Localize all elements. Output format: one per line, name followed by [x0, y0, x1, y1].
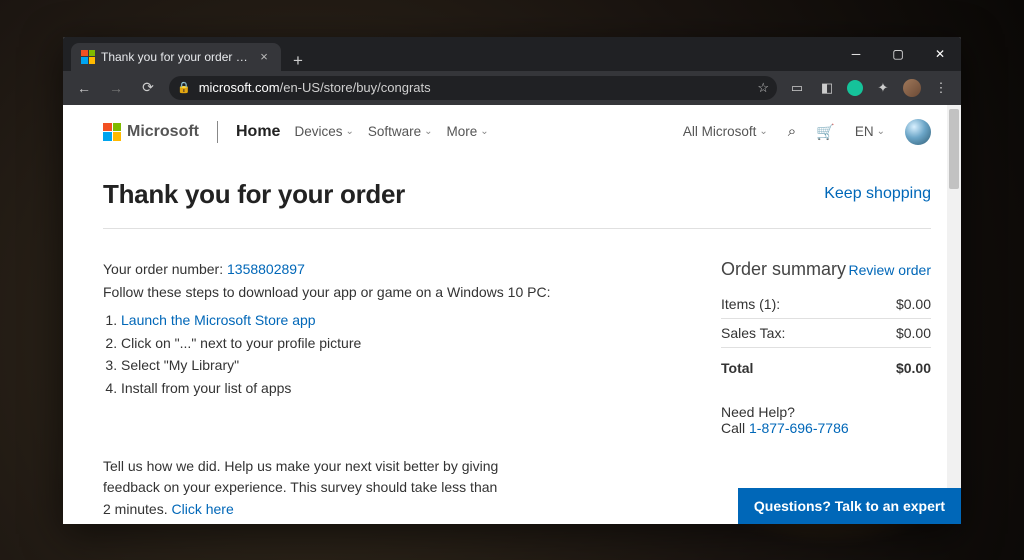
summary-heading: Order summary	[721, 259, 846, 280]
order-number-link[interactable]: 1358802897	[227, 261, 305, 277]
launch-store-link[interactable]: Launch the Microsoft Store app	[121, 312, 316, 328]
total-value: $0.00	[896, 360, 931, 376]
titlebar: Thank you for your order - Micro × + ─ ▢…	[63, 37, 961, 71]
address-bar: ← → ⟳ 🔒 microsoft.com/en-US/store/buy/co…	[63, 71, 961, 105]
items-value: $0.00	[896, 296, 931, 312]
follow-steps-text: Follow these steps to download your app …	[103, 282, 661, 304]
language-selector[interactable]: EN⌄	[855, 124, 885, 139]
extension-icon[interactable]: ◧	[817, 80, 837, 96]
menu-icon[interactable]: ⋮	[931, 80, 951, 96]
step-item: Launch the Microsoft Store app	[121, 310, 661, 332]
lock-icon: 🔒	[177, 81, 191, 94]
chevron-down-icon: ⌄	[480, 126, 488, 137]
browser-window: Thank you for your order - Micro × + ─ ▢…	[63, 37, 961, 524]
browser-tab[interactable]: Thank you for your order - Micro ×	[71, 43, 281, 71]
nav-devices[interactable]: Devices⌄	[294, 124, 353, 139]
step-item: Click on "..." next to your profile pict…	[121, 333, 661, 355]
star-icon[interactable]: ☆	[757, 80, 769, 96]
tab-title: Thank you for your order - Micro	[101, 50, 251, 64]
phone-link[interactable]: 1-877-696-7786	[749, 420, 849, 436]
page-content: Microsoft Home Devices⌄ Software⌄ More⌄ …	[63, 105, 961, 524]
keep-shopping-link[interactable]: Keep shopping	[824, 185, 931, 203]
profile-avatar-icon[interactable]	[903, 79, 921, 97]
tax-label: Sales Tax:	[721, 325, 785, 341]
step-item: Select "My Library"	[121, 355, 661, 377]
order-number-line: Your order number: 1358802897	[103, 259, 661, 281]
page-title: Thank you for your order	[103, 179, 405, 210]
close-window-button[interactable]: ✕	[919, 37, 961, 71]
cart-icon[interactable]: 🛒	[816, 123, 835, 141]
nav-more[interactable]: More⌄	[447, 124, 489, 139]
grammarly-icon[interactable]	[847, 80, 863, 96]
help-block: Need Help? Call 1-877-696-7786	[721, 404, 931, 436]
total-label: Total	[721, 360, 753, 376]
step-item: Install from your list of apps	[121, 378, 661, 400]
chevron-down-icon: ⌄	[877, 126, 885, 137]
items-label: Items (1):	[721, 296, 780, 312]
feedback-link[interactable]: Click here	[171, 501, 233, 517]
chevron-down-icon: ⌄	[345, 126, 353, 137]
maximize-button[interactable]: ▢	[877, 37, 919, 71]
scrollbar[interactable]	[947, 105, 961, 524]
new-tab-button[interactable]: +	[281, 51, 315, 71]
tax-value: $0.00	[896, 325, 931, 341]
site-nav: Microsoft Home Devices⌄ Software⌄ More⌄ …	[103, 105, 931, 159]
nav-all-microsoft[interactable]: All Microsoft⌄	[683, 124, 768, 139]
chevron-down-icon: ⌄	[424, 126, 432, 137]
chat-expert-button[interactable]: Questions? Talk to an expert	[738, 488, 961, 524]
chevron-down-icon: ⌄	[759, 126, 767, 137]
ms-logo-icon	[103, 123, 121, 141]
minimize-button[interactable]: ─	[835, 37, 877, 71]
search-icon[interactable]: ⌕	[788, 123, 796, 140]
user-avatar[interactable]	[905, 119, 931, 145]
nav-home[interactable]: Home	[236, 123, 280, 141]
ms-favicon-icon	[81, 50, 95, 64]
review-order-link[interactable]: Review order	[849, 262, 931, 278]
reload-button[interactable]: ⟳	[137, 79, 159, 96]
steps-list: Launch the Microsoft Store app Click on …	[121, 310, 661, 400]
feedback-text: Tell us how we did. Help us make your ne…	[103, 456, 503, 521]
close-tab-icon[interactable]: ×	[257, 49, 271, 64]
extension-icon[interactable]: ▭	[787, 80, 807, 96]
url-input[interactable]: 🔒 microsoft.com/en-US/store/buy/congrats…	[169, 76, 777, 100]
extensions-puzzle-icon[interactable]: ✦	[873, 80, 893, 96]
order-summary: Order summary Review order Items (1): $0…	[721, 259, 931, 521]
microsoft-logo[interactable]: Microsoft	[103, 123, 199, 141]
nav-software[interactable]: Software⌄	[368, 124, 433, 139]
forward-button[interactable]: →	[105, 80, 127, 96]
back-button[interactable]: ←	[73, 80, 95, 96]
